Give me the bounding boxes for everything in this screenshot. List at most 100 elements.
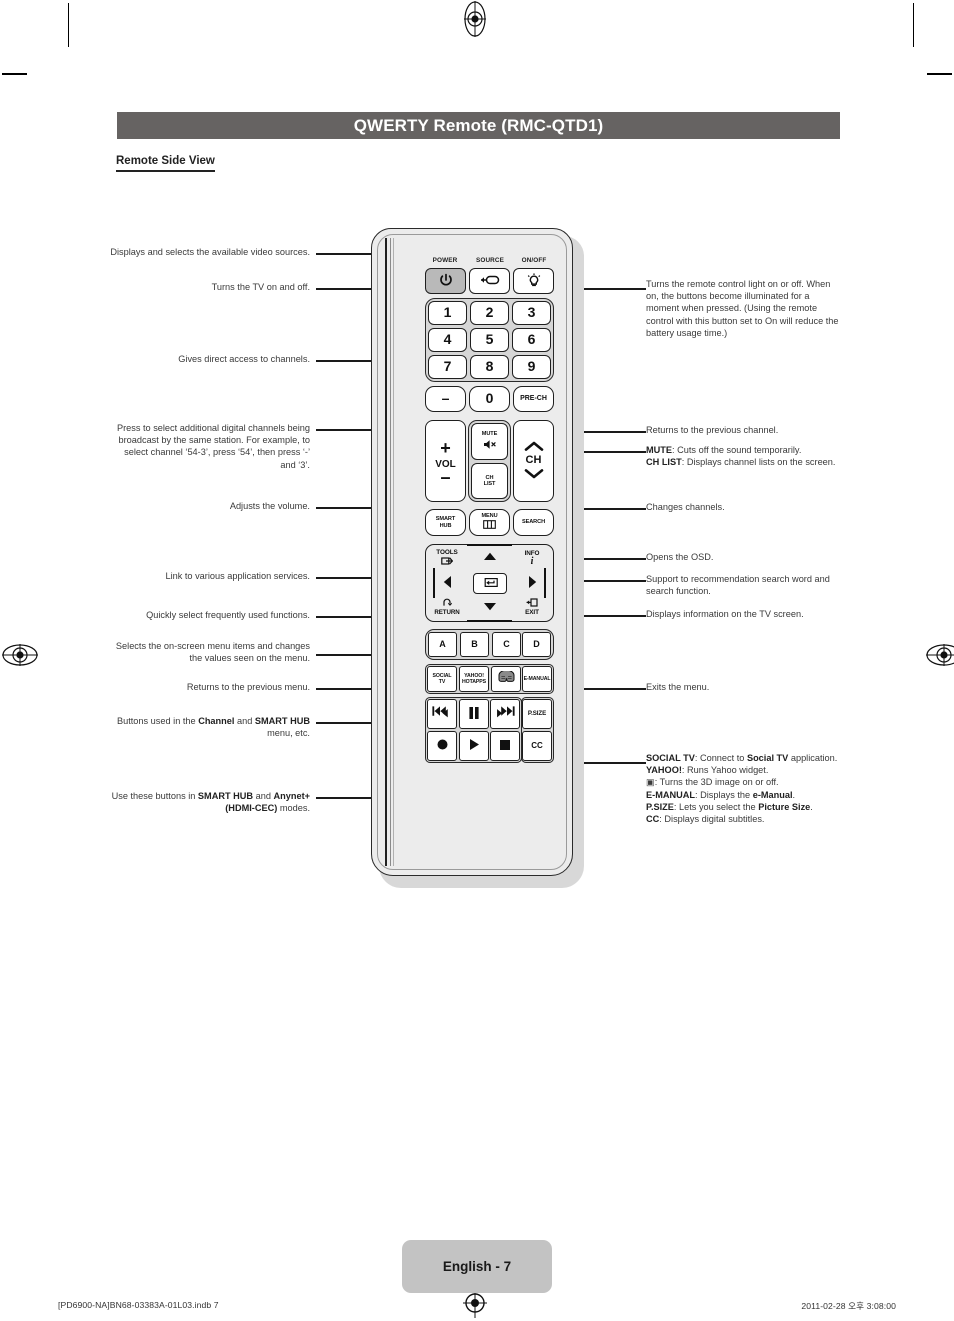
dash-button[interactable]: – [425,386,466,412]
menu-icon [483,520,496,532]
callout-mute-chlist: MUTE: Cuts off the sound temporarily. CH … [646,445,836,468]
exit-button[interactable]: EXIT [512,596,552,618]
light-onoff-button[interactable] [513,268,554,294]
callout-source-text: Displays and selects the available video… [110,247,310,257]
callout-dpad: Selects the on-screen menu items and cha… [110,640,310,664]
num-2-label: 2 [485,304,494,321]
dpad-down-button[interactable] [471,598,508,618]
source-button[interactable] [469,268,510,294]
color-c-button[interactable]: C [492,632,521,657]
prech-button[interactable]: PRE-CH [513,386,554,412]
num-9-button[interactable]: 9 [512,355,551,379]
return-button[interactable]: RETURN [427,596,467,618]
callout-power: Turns the TV on and off. [110,281,310,293]
3d-button[interactable] [491,666,521,692]
num-5-button[interactable]: 5 [470,328,509,352]
rewind-button[interactable] [427,699,457,729]
enter-button[interactable] [473,573,507,594]
source-icon [480,274,500,288]
channel-down-icon [524,468,544,482]
callout-tools: Quickly select frequently used functions… [110,609,310,621]
exit-icon [526,598,538,610]
cc-button[interactable]: CC [522,731,552,761]
num-6-label: 6 [527,331,536,348]
color-a-button[interactable]: A [428,632,457,657]
crop-mark-tr-v [913,3,915,47]
ch-list-label-line2: LIST [483,481,496,487]
arrow-left-icon [443,575,452,592]
pause-button[interactable] [459,699,489,729]
tools-button[interactable]: TOOLS [427,548,467,570]
play-icon [468,738,480,754]
pause-icon [468,706,480,723]
callout-dpad-text: Selects the on-screen menu items and cha… [115,641,310,664]
callout-exit: Exits the menu. [646,681,842,693]
registration-mark-left [2,642,38,668]
p-size-button[interactable]: P.SIZE [522,699,552,729]
callout-smarthub: Link to various application services. [110,570,310,582]
menu-button[interactable]: MENU [469,509,510,536]
callout-media: Use these buttons in SMART HUB and Anyne… [111,791,310,814]
crop-mark-tr-h [927,73,952,75]
channel-button[interactable]: CH [513,420,554,502]
ch-list-button[interactable]: CH LIST [471,463,508,499]
color-d-label: D [533,638,540,649]
smart-hub-label-line2: HUB [439,522,452,529]
volume-button[interactable]: + VOL – [425,420,466,502]
num-0-button[interactable]: 0 [469,386,510,412]
remote-side-edge-2 [390,238,391,866]
callout-tools-text: Quickly select frequently used functions… [146,610,310,620]
color-d-button[interactable]: D [522,632,551,657]
menu-label: MENU [481,513,498,520]
power-icon [439,273,453,289]
callout-numbers-text: Gives direct access to channels. [178,354,310,364]
callout-ch-text: Changes channels. [646,502,725,512]
num-8-button[interactable]: 8 [470,355,509,379]
dpad-right-button[interactable] [521,572,543,594]
page-title: QWERTY Remote (RMC-QTD1) [117,112,840,139]
search-button[interactable]: SEARCH [513,509,554,536]
num-0-label: 0 [485,390,494,407]
mute-button[interactable]: MUTE [471,423,508,460]
section-heading: Remote Side View [116,155,215,172]
3d-glasses-icon [498,669,515,688]
label-power: POWER [432,257,458,264]
callout-dash-text: Press to select additional digital chann… [116,423,310,470]
num-3-button[interactable]: 3 [512,301,551,325]
callout-vol-text: Adjusts the volume. [229,501,310,511]
remote-side-edge-3 [393,238,394,866]
num-2-button[interactable]: 2 [470,301,509,325]
remote-control: POWER SOURCE ON/OFF 1 2 3 4 5 6 7 8 9 – … [371,228,586,888]
e-manual-button[interactable]: E-MANUAL [522,666,552,692]
stop-button[interactable] [490,731,520,761]
label-onoff: ON/OFF [521,257,547,264]
callout-prech: Returns to the previous channel. [646,424,842,436]
callout-apps: SOCIAL TV: Connect to Social TV applicat… [646,753,838,825]
social-tv-button[interactable]: SOCIAL TV [427,666,457,692]
record-button[interactable] [427,731,457,761]
callout-ch: Changes channels. [646,501,842,513]
power-button[interactable] [425,268,466,294]
smart-hub-button[interactable]: SMART HUB [425,509,466,536]
color-b-button[interactable]: B [460,632,489,657]
search-label: SEARCH [521,519,546,526]
yahoo-label-line2: HOTAPPS [462,679,486,685]
fast-forward-button[interactable] [490,699,520,729]
num-7-button[interactable]: 7 [428,355,467,379]
num-4-label: 4 [443,331,452,348]
callout-vol: Adjusts the volume. [110,500,310,512]
num-6-button[interactable]: 6 [512,328,551,352]
callout-power-text: Turns the TV on and off. [211,282,310,292]
callout-source: Displays and selects the available video… [110,246,310,258]
dpad-up-button[interactable] [471,548,508,568]
mute-icon [483,439,497,453]
arrow-up-icon [483,552,497,564]
num-4-button[interactable]: 4 [428,328,467,352]
yahoo-hotapps-button[interactable]: YAHOO! HOTAPPS [459,666,489,692]
dpad-left-button[interactable] [436,572,458,594]
num-1-button[interactable]: 1 [428,301,467,325]
play-button[interactable] [459,731,489,761]
num-3-label: 3 [527,304,536,321]
p-size-label: P.SIZE [527,709,547,717]
info-button[interactable]: INFO i [512,548,552,570]
